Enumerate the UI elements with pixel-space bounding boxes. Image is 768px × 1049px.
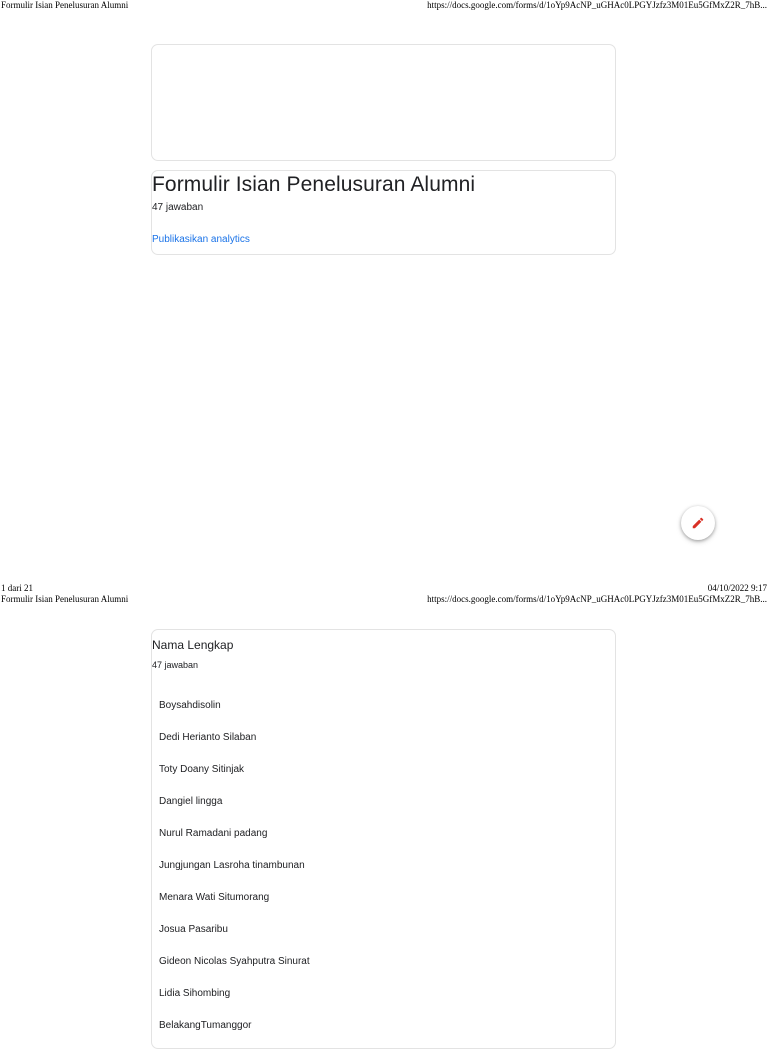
- list-item: Dedi Herianto Silaban: [159, 732, 257, 743]
- form-header-banner: [151, 44, 616, 161]
- print-header-page-1: Formulir Isian Penelusuran Alumni https:…: [0, 0, 768, 10]
- question-title: Nama Lengkap: [152, 638, 234, 652]
- print-datetime: 04/10/2022 9:17: [707, 583, 767, 593]
- print-header-page-2: Formulir Isian Penelusuran Alumni https:…: [0, 594, 768, 604]
- list-item: Menara Wati Situmorang: [159, 892, 270, 903]
- response-list: Boysahdisolin Dedi Herianto Silaban Toty…: [159, 696, 310, 1048]
- print-header-url: https://docs.google.com/forms/d/1oYp9AcN…: [427, 594, 767, 604]
- pencil-icon: [692, 517, 704, 529]
- form-title-card: Formulir Isian Penelusuran Alumni 47 jaw…: [151, 170, 616, 255]
- list-item: Boysahdisolin: [159, 700, 221, 711]
- list-item: Dangiel lingga: [159, 796, 223, 807]
- print-footer-page-1: 1 dari 21 04/10/2022 9:17: [0, 583, 768, 593]
- question-response-count: 47 jawaban: [152, 660, 199, 670]
- print-header-title: Formulir Isian Penelusuran Alumni: [1, 594, 129, 604]
- list-item: Lidia Sihombing: [159, 988, 231, 999]
- list-item: BelakangTumanggor: [159, 1020, 252, 1031]
- list-item: Nurul Ramadani padang: [159, 828, 268, 839]
- edit-fab-button[interactable]: [681, 506, 715, 540]
- response-count: 47 jawaban: [152, 202, 204, 213]
- list-item: Josua Pasaribu: [159, 924, 228, 935]
- print-header-url: https://docs.google.com/forms/d/1oYp9AcN…: [427, 0, 767, 10]
- list-item: Toty Doany Sitinjak: [159, 764, 245, 775]
- list-item: Jungjungan Lasroha tinambunan: [159, 860, 305, 871]
- form-title: Formulir Isian Penelusuran Alumni: [152, 173, 476, 196]
- print-header-title: Formulir Isian Penelusuran Alumni: [1, 0, 129, 10]
- list-item: Gideon Nicolas Syahputra Sinurat: [159, 956, 310, 967]
- page-number: 1 dari 21: [1, 583, 33, 593]
- publish-analytics-link[interactable]: Publikasikan analytics: [152, 234, 250, 245]
- question-card-nama-lengkap: Nama Lengkap 47 jawaban Boysahdisolin De…: [151, 629, 616, 1049]
